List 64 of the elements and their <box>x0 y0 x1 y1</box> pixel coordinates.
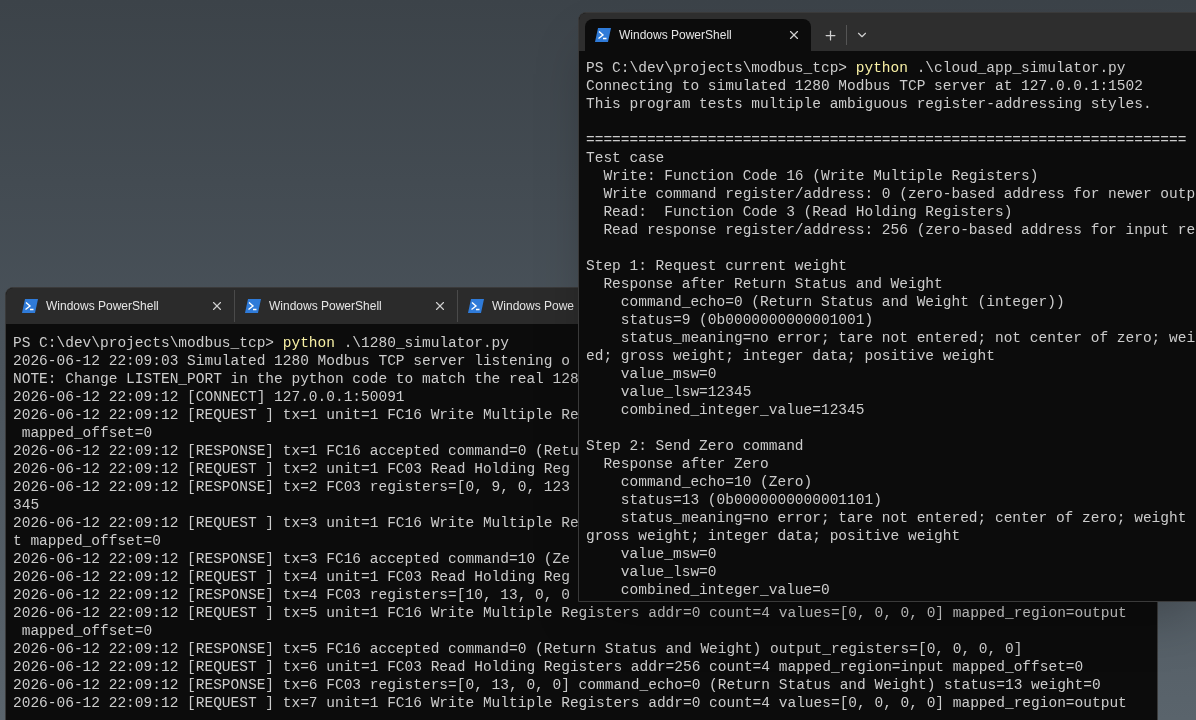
tab-title: Windows PowerShell <box>46 298 160 315</box>
output-line: value_lsw=0 <box>619 563 717 581</box>
output-line: NOTE: Change LISTEN_PORT in the python code to match the real 128 <box>13 370 579 388</box>
output-line: 2026-06-12 22:09:03 Simulated 1280 Modbus TCP server listening o <box>13 352 570 370</box>
output-line: This program tests multiple ambiguous register-addressing styles. <box>586 95 1152 113</box>
output-line: Write: Function Code 16 (Write Multiple Registers) <box>602 167 1039 185</box>
output-line: Step 1: Request current weight <box>586 257 848 275</box>
output-line: Response after Return Status and Weight <box>602 275 943 293</box>
output-line: 2026-06-12 22:09:12 [REQUEST ] tx=5 unit=1 FC16 Write Multiple Registers addr=0 count=4 values=[0, 0, 0, 0] mapped_region=output <box>13 604 1127 622</box>
output-line: combined_integer_value=12345 <box>619 401 865 419</box>
output-line: Read: Function Code 3 (Read Holding Registers) <box>602 203 1013 221</box>
output-line: 2026-06-12 22:09:12 [RESPONSE] tx=3 FC16 accepted command=10 (Ze <box>13 550 570 568</box>
output-line: 2026-06-12 22:09:12 [CONNECT] 127.0.0.1:50091 <box>13 388 405 406</box>
output-line: combined_integer_value=0 <box>619 581 830 599</box>
output-line: 2026-06-12 22:09:12 [REQUEST ] tx=3 unit=1 FC16 Write Multiple Re <box>13 514 579 532</box>
output-line: ed; gross weight; integer data; positive weight <box>586 347 995 365</box>
output-line: 345 <box>13 496 40 514</box>
output-line: 2026-06-12 22:09:12 [RESPONSE] tx=4 FC03 registers=[10, 13, 0, 0 <box>13 586 570 604</box>
output-line: Response after Zero <box>602 455 769 473</box>
output-line: Connecting to simulated 1280 Modbus TCP server at 127.0.0.1:1502 <box>586 77 1143 95</box>
output-line: 2026-06-12 22:09:12 [REQUEST ] tx=1 unit=1 FC16 Write Multiple Re <box>13 406 579 424</box>
output-line: t mapped_offset=0 <box>13 532 161 550</box>
terminal-tab[interactable]: Windows Powe <box>458 290 575 322</box>
output-line: 2026-06-12 22:09:12 [REQUEST ] tx=6 unit=1 FC03 Read Holding Registers addr=256 count=4 mapped_region=input mapped_offset=0 <box>13 658 1084 676</box>
output-line: 2026-06-12 22:09:12 [REQUEST ] tx=4 unit=1 FC03 Read Holding Reg <box>13 568 570 586</box>
powershell-icon <box>468 299 484 313</box>
output-line: status=9 (0b0000000000001001) <box>619 311 874 329</box>
output-line: value_msw=0 <box>619 365 717 383</box>
powershell-icon <box>22 299 38 313</box>
output-line: 2026-06-12 22:09:12 [RESPONSE] tx=5 FC16 accepted command=0 (Return Status and Weight) output_registers=[0, 0, 0, 0] <box>13 640 1023 658</box>
output-line: Write command register/address: 0 (zero-based address for newer outp <box>602 185 1196 203</box>
output-line: Read response register/address: 256 (zero-based address for input re <box>602 221 1196 239</box>
tab-title: Windows PowerShell <box>269 298 383 315</box>
output-line: status=13 (0b0000000000001101) <box>619 491 882 509</box>
close-icon[interactable] <box>433 299 447 313</box>
powershell-icon <box>595 28 611 42</box>
output-line: 2026-06-12 22:09:12 [RESPONSE] tx=2 FC03 registers=[0, 9, 0, 123 <box>13 478 570 496</box>
output-line: gross weight; integer data; positive weight <box>586 527 961 545</box>
close-icon[interactable] <box>787 28 801 42</box>
output-line: Test case <box>586 149 665 167</box>
output-line: command_echo=10 (Zero) <box>619 473 813 491</box>
tab-title: Windows Powe <box>492 298 575 315</box>
output-line: 2026-06-12 22:09:12 [RESPONSE] tx=6 FC03 registers=[0, 13, 0, 0] command_echo=0 (Return Status and Weight) status=13 weight=0 <box>13 676 1101 694</box>
output-line: 2026-06-12 22:09:12 [RESPONSE] tx=1 FC16 accepted command=0 (Retu <box>13 442 579 460</box>
command-line: PS C:\dev\projects\modbus_tcp> python .\cloud_app_simulator.py <box>586 59 1126 77</box>
output-line: Step 2: Send Zero command <box>586 437 804 455</box>
tab-title: Windows PowerShell <box>619 27 733 44</box>
new-tab-icon[interactable] <box>823 27 838 43</box>
terminal-tab[interactable]: Windows PowerShell <box>12 290 234 322</box>
close-icon[interactable] <box>210 299 224 313</box>
terminal-tab[interactable]: Windows PowerShell <box>585 19 811 51</box>
output-line: 2026-06-12 22:09:12 [REQUEST ] tx=7 unit=1 FC16 Write Multiple Registers addr=0 count=4 values=[0, 0, 0, 0] mapped_region=output <box>13 694 1127 712</box>
terminal-tab[interactable]: Windows PowerShell <box>235 290 457 322</box>
powershell-icon <box>245 299 261 313</box>
output-line: command_echo=0 (Return Status and Weight (integer)) <box>619 293 1065 311</box>
output-line: status_meaning=no error; tare not entered; not center of zero; wei <box>619 329 1196 347</box>
command-line: PS C:\dev\projects\modbus_tcp> python .\1280_simulator.py <box>13 334 509 352</box>
output-line: value_lsw=12345 <box>619 383 752 401</box>
output-line: ===================================================================== <box>586 131 1187 149</box>
output-line: value_msw=0 <box>619 545 717 563</box>
output-line: 2026-06-12 22:09:12 [REQUEST ] tx=2 unit=1 FC03 Read Holding Reg <box>13 460 570 478</box>
output-line: mapped_offset=0 <box>20 622 153 640</box>
output-line: status_meaning=no error; tare not entered; center of zero; weight <box>619 509 1187 527</box>
output-line: mapped_offset=0 <box>20 424 153 442</box>
